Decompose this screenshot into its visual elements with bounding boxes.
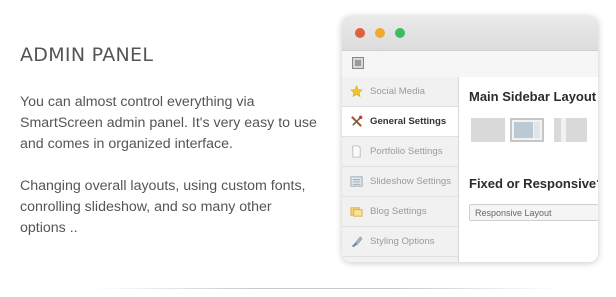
responsive-layout-select[interactable]: Responsive Layout xyxy=(469,204,598,221)
sidebar-item-styling-options[interactable]: Styling Options xyxy=(342,227,458,257)
layout-main-area xyxy=(566,118,587,142)
intro-paragraph-options: Changing overall layouts, using custom f… xyxy=(20,178,306,236)
layout-section-title: Main Sidebar Layout xyxy=(469,89,597,104)
admin-window: Social Media General Settings Portfolio … xyxy=(342,16,598,262)
layout-sidebar-area xyxy=(534,122,540,138)
sidebar-item-portfolio-settings[interactable]: Portfolio Settings xyxy=(342,137,458,167)
layout-sidebar-area xyxy=(554,118,561,142)
sidebar-item-label: General Settings xyxy=(370,116,447,127)
window-titlebar xyxy=(342,16,598,51)
sidebar-item-label: Slideshow Settings xyxy=(370,176,452,187)
sidebar-item-partial[interactable] xyxy=(342,257,458,262)
divider-line xyxy=(90,288,560,289)
layout-option-sidebar-right[interactable] xyxy=(510,118,544,142)
close-window-button[interactable] xyxy=(355,28,365,38)
layout-main-area xyxy=(514,122,533,138)
admin-toolbar xyxy=(342,51,598,78)
sidebar-item-slideshow-settings[interactable]: Slideshow Settings xyxy=(342,167,458,197)
sidebar-item-blog-settings[interactable]: Blog Settings xyxy=(342,197,458,227)
sidebar-item-label: Styling Options xyxy=(370,236,435,247)
minimize-window-button[interactable] xyxy=(375,28,385,38)
document-icon xyxy=(349,145,363,159)
admin-panel: Social Media General Settings Portfolio … xyxy=(342,77,598,262)
star-icon xyxy=(349,85,363,99)
settings-content: Main Sidebar Layout Fixed or Responsive?… xyxy=(459,77,598,262)
save-icon[interactable] xyxy=(352,57,364,69)
sidebar-item-label: Blog Settings xyxy=(370,206,427,217)
sidebar-item-social-media[interactable]: Social Media xyxy=(342,77,458,107)
layout-option-full-width[interactable] xyxy=(471,118,505,142)
layout-option-sidebar-left[interactable] xyxy=(554,118,587,142)
intro-copy: ADMIN PANEL You can almost control every… xyxy=(20,44,320,239)
responsive-section-title: Fixed or Responsive? xyxy=(469,176,598,191)
section-heading: ADMIN PANEL xyxy=(20,44,154,66)
sidebar-item-label: Portfolio Settings xyxy=(370,146,443,157)
admin-sidebar: Social Media General Settings Portfolio … xyxy=(342,77,459,262)
sidebar-item-general-settings[interactable]: General Settings xyxy=(342,107,458,137)
slideshow-icon xyxy=(349,175,363,189)
sidebar-item-label: Social Media xyxy=(370,86,425,97)
blog-icon xyxy=(349,205,363,219)
brush-icon xyxy=(349,235,363,249)
zoom-window-button[interactable] xyxy=(395,28,405,38)
tools-icon xyxy=(349,115,363,129)
intro-paragraph: You can almost control everything via Sm… xyxy=(20,94,317,152)
